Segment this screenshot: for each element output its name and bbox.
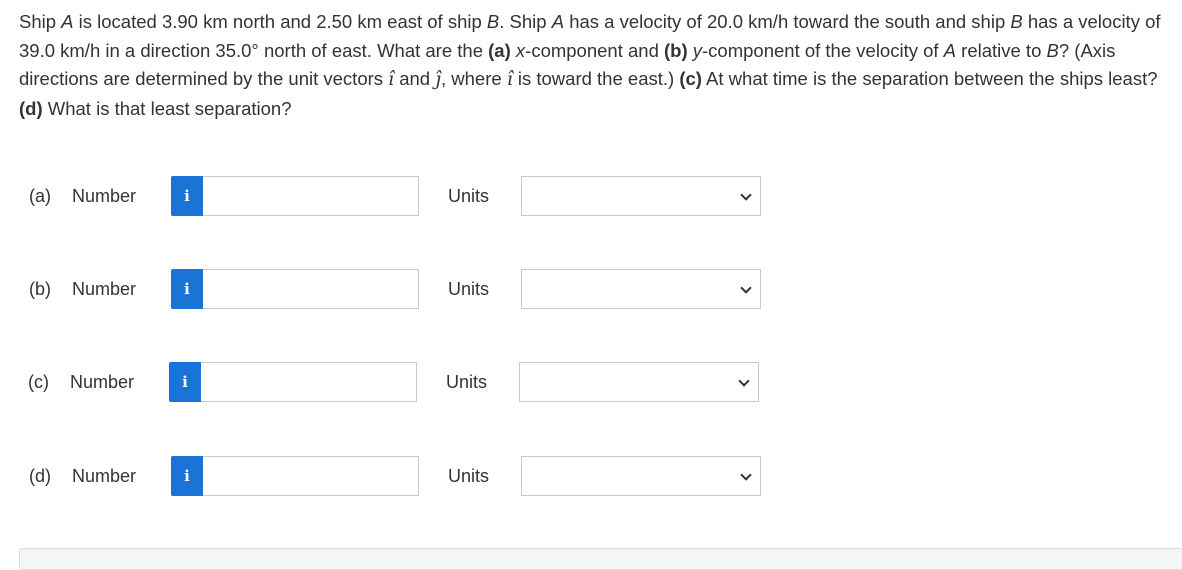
- info-button[interactable]: i: [171, 176, 203, 216]
- info-button[interactable]: i: [169, 362, 201, 402]
- question-text-segment: -component and: [525, 39, 664, 61]
- number-input-a[interactable]: [203, 176, 419, 216]
- part-c-marker: (c): [679, 68, 702, 89]
- units-select-b[interactable]: [521, 269, 761, 309]
- units-label: Units: [448, 279, 490, 299]
- answer-row-a: (a) Number i Units: [0, 175, 1182, 217]
- question-text-segment: is toward the east.): [512, 68, 680, 89]
- info-icon: i: [182, 373, 188, 391]
- units-label: Units: [448, 466, 490, 486]
- number-label: Number: [72, 466, 137, 486]
- part-label: (d): [29, 466, 51, 486]
- question-text-segment: Ship: [19, 11, 62, 32]
- number-input-d[interactable]: [203, 456, 419, 496]
- units-label: Units: [448, 186, 490, 206]
- info-icon: i: [184, 467, 190, 485]
- question-text-segment: What is that least separation?: [42, 97, 292, 119]
- question-text-segment: relative to: [956, 39, 1047, 61]
- info-button[interactable]: i: [171, 456, 203, 496]
- question-text-segment: has a velocity of 20.0 km/h toward the s…: [564, 11, 1011, 32]
- variable-b: B: [1046, 39, 1059, 61]
- question-text-segment: . Ship: [499, 11, 552, 32]
- variable-y: y: [692, 39, 703, 61]
- variable-b: B: [486, 11, 500, 32]
- info-icon: i: [184, 187, 190, 205]
- chevron-down-icon: [738, 375, 750, 387]
- part-label: (a): [29, 186, 51, 206]
- number-label: Number: [72, 186, 137, 206]
- units-select-c[interactable]: [519, 362, 759, 402]
- number-label: Number: [70, 372, 135, 392]
- question-text-segment: , where: [441, 68, 507, 89]
- question-text-segment: At what time is the separation between t…: [701, 68, 1158, 89]
- answer-row-b: (b) Number i Units: [0, 268, 1182, 310]
- chevron-down-icon: [740, 189, 752, 201]
- variable-b: B: [1010, 11, 1023, 32]
- answer-row-d: (d) Number i Units: [0, 455, 1182, 497]
- units-select-d[interactable]: [521, 456, 761, 496]
- number-label: Number: [72, 279, 137, 299]
- answer-row-c: (c) Number i Units: [0, 361, 1182, 403]
- part-a-marker: (a): [488, 39, 511, 61]
- units-select-a[interactable]: [521, 176, 761, 216]
- info-button[interactable]: i: [171, 269, 203, 309]
- part-b-marker: (b): [664, 39, 688, 61]
- question-text-segment: -component of the velocity of: [702, 39, 944, 61]
- part-d-marker: (d): [19, 97, 43, 119]
- variable-a: A: [61, 11, 74, 32]
- variable-x: x: [515, 39, 526, 61]
- part-label: (b): [29, 279, 51, 299]
- number-input-c[interactable]: [201, 362, 417, 402]
- part-label: (c): [28, 372, 49, 392]
- chevron-down-icon: [740, 282, 752, 294]
- chevron-down-icon: [740, 469, 752, 481]
- question-text-segment: and: [394, 68, 436, 89]
- question-text: Ship A is located 3.90 km north and 2.50…: [19, 8, 1175, 123]
- variable-a: A: [551, 11, 565, 32]
- units-label: Units: [446, 372, 488, 392]
- variable-a: A: [943, 39, 957, 61]
- number-input-b[interactable]: [203, 269, 419, 309]
- question-text-segment: is located 3.90 km north and 2.50 km eas…: [73, 11, 487, 32]
- info-icon: i: [184, 280, 190, 298]
- footer-panel: [19, 548, 1182, 570]
